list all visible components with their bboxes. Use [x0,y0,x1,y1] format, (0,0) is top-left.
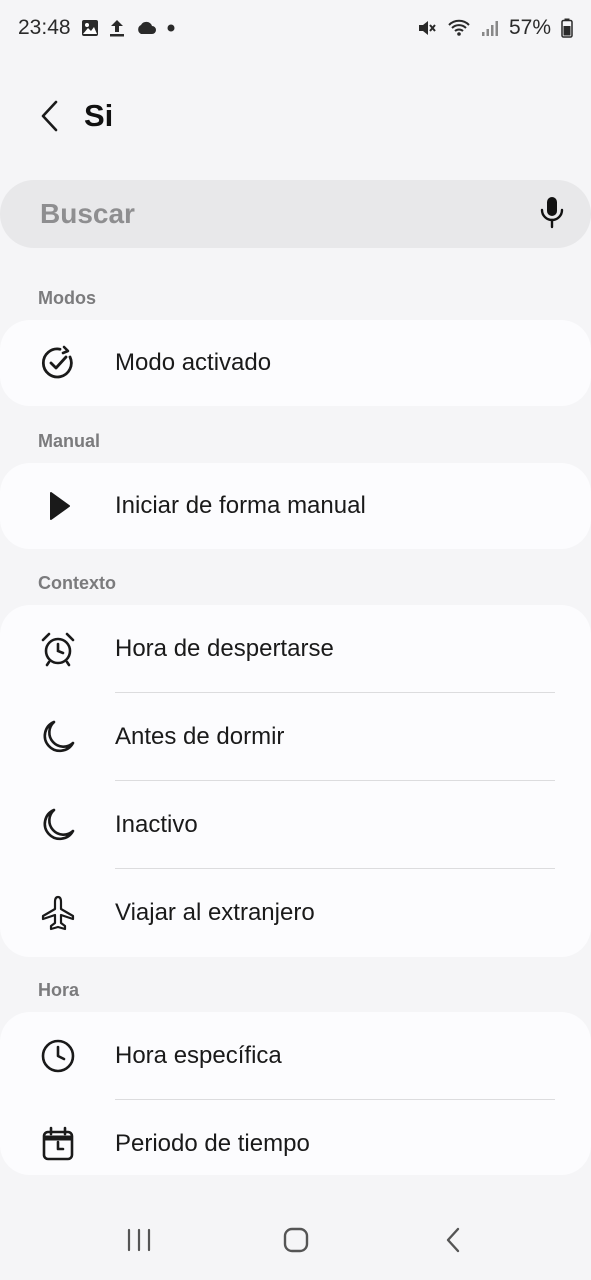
battery-percent: 57% [508,16,551,39]
list-item-label: Antes de dormir [115,723,285,750]
check-circle-icon [38,343,78,383]
list-item-inactivo[interactable]: Inactivo [0,781,591,869]
microphone-icon[interactable] [539,195,565,234]
list-item-label: Viajar al extranjero [115,899,315,926]
mute-icon [417,18,437,38]
search-input[interactable] [38,197,462,231]
signal-icon [481,19,499,37]
back-icon [446,1227,459,1253]
list-item-label: Inactivo [115,811,198,838]
status-left: 23:48 [18,16,175,40]
nav-back-button[interactable] [423,1210,483,1270]
recent-apps-button[interactable] [109,1210,169,1270]
list-item-label: Periodo de tiempo [115,1130,310,1157]
navigation-bar [0,1200,591,1280]
play-icon [38,486,78,526]
status-time: 23:48 [18,16,71,39]
list-item-antes-dormir[interactable]: Antes de dormir [0,693,591,781]
section-header-hora: Hora [38,980,80,1000]
list-item-viajar-extranjero[interactable]: Viajar al extranjero [0,869,591,957]
gallery-icon [81,19,99,37]
card-manual: Iniciar de forma manual [0,463,591,549]
calendar-clock-icon [38,1124,78,1164]
header: Si [0,82,591,150]
card-contexto: Hora de despertarse Antes de dormir Inac… [0,605,591,957]
recent-apps-icon [127,1228,150,1252]
list-item-iniciar-manual[interactable]: Iniciar de forma manual [0,463,591,549]
moon-icon [38,717,78,757]
search-bar[interactable] [0,180,591,248]
back-button[interactable] [26,92,74,140]
alarm-clock-icon [38,629,78,669]
cloud-icon [135,20,157,36]
status-bar: 23:48 57% [0,0,591,56]
status-right: 57% [417,16,573,40]
list-item-label: Hora específica [115,1042,282,1069]
airplane-icon [38,893,78,933]
list-item-modo-activado[interactable]: Modo activado [0,320,591,406]
clock-icon [38,1036,78,1076]
page-title: Si [84,98,114,133]
upload-icon [109,18,125,38]
card-modos: Modo activado [0,320,591,406]
wifi-icon [447,18,471,38]
section-header-manual: Manual [38,431,101,451]
list-item-label: Modo activado [115,349,272,376]
chevron-left-icon [41,100,58,132]
list-item-label: Hora de despertarse [115,635,334,662]
section-header-contexto: Contexto [38,573,116,593]
home-icon [283,1227,308,1253]
home-button[interactable] [266,1210,326,1270]
battery-icon [561,18,573,38]
list-item-label: Iniciar de forma manual [115,492,366,519]
card-hora: Hora específica Periodo de tiempo [0,1012,591,1175]
notification-dot-icon [167,24,175,32]
list-item-periodo-tiempo[interactable]: Periodo de tiempo [0,1100,591,1175]
list-item-hora-especifica[interactable]: Hora específica [0,1012,591,1100]
list-item-hora-despertarse[interactable]: Hora de despertarse [0,605,591,693]
section-header-modos: Modos [38,288,96,308]
moon-icon [38,805,78,845]
